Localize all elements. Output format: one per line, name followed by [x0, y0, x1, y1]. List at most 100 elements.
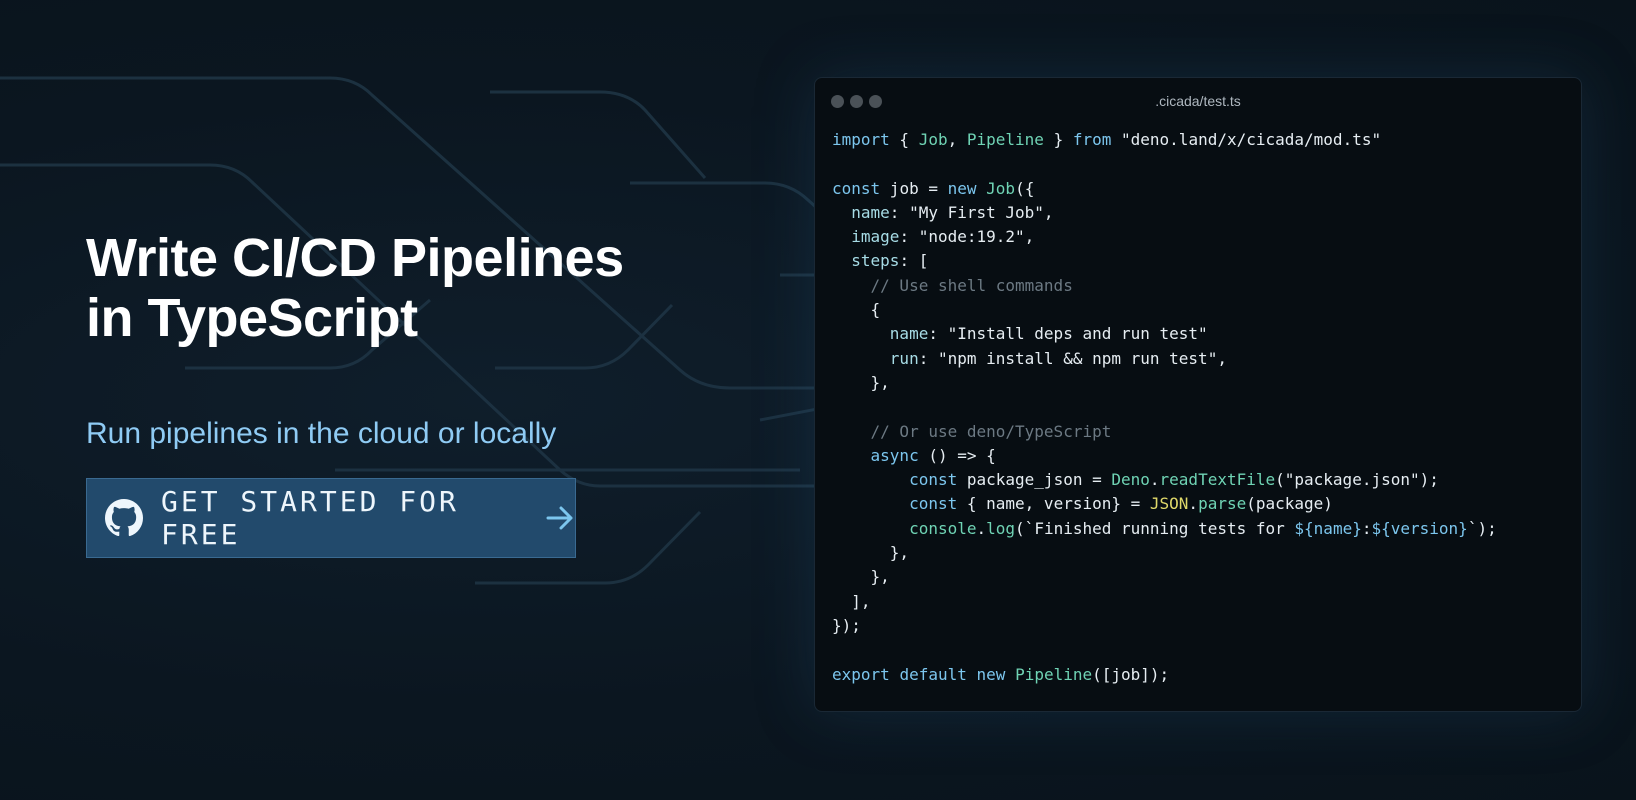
code-token: ${version}: [1371, 518, 1468, 538]
code-token: ([job]);: [1092, 664, 1170, 684]
get-started-button-label: GET STARTED FOR FREE: [161, 485, 459, 551]
code-line: console.log(`Finished running tests for …: [832, 517, 1581, 541]
promo-banner: Write CI/CD Pipelines in TypeScript Run …: [0, 0, 1636, 800]
code-token: steps: [851, 251, 900, 271]
code-token: : "Install deps and run test": [928, 324, 1208, 344]
code-token: from: [1072, 130, 1112, 149]
page-title-line-1: Write CI/CD Pipelines: [86, 228, 624, 288]
code-token: (package): [1246, 494, 1333, 514]
code-token: const: [909, 494, 958, 514]
code-line: {: [832, 298, 1581, 322]
code-token: parse: [1198, 494, 1247, 514]
page-subtitle: Run pipelines in the cloud or locally: [86, 417, 557, 450]
code-line: export default new Pipeline([job]);: [832, 663, 1581, 687]
code-line: },: [832, 565, 1581, 589]
code-token: .: [1188, 494, 1199, 514]
code-line: const { name, version} = JSON.parse(pack…: [832, 492, 1581, 516]
code-line: const job = new Job({: [832, 177, 1581, 201]
code-line: ],: [832, 590, 1581, 614]
code-line: steps: [: [832, 249, 1581, 273]
code-line: },: [832, 371, 1581, 395]
code-token: : "npm install && npm run test",: [918, 348, 1227, 368]
code-token: (`Finished running tests for: [1015, 518, 1295, 538]
page-title-line-2: in TypeScript: [86, 288, 418, 348]
code-token: () => {: [918, 445, 996, 465]
code-token: {: [889, 130, 919, 149]
code-token: export: [832, 664, 890, 684]
code-token: name: [851, 202, 890, 222]
code-token: import: [832, 130, 890, 149]
arrow-right-icon: [545, 503, 575, 533]
code-token: ],: [832, 591, 871, 611]
code-line: },: [832, 541, 1581, 565]
code-line: name: "Install deps and run test": [832, 322, 1581, 346]
code-token: : "node:19.2",: [899, 227, 1035, 247]
page-title: Write CI/CD Pipelines in TypeScript: [86, 228, 806, 348]
code-token: JSON: [1149, 494, 1189, 514]
code-line: run: "npm install && npm run test",: [832, 347, 1581, 371]
code-token: ({: [1015, 178, 1035, 198]
code-token: Job: [918, 130, 948, 149]
code-token: async: [870, 445, 919, 465]
code-token: console: [909, 518, 977, 538]
code-line: // Or use deno/TypeScript: [832, 420, 1581, 444]
code-token: .: [1149, 470, 1160, 490]
code-token: const: [909, 470, 958, 490]
code-token: Pipeline: [1015, 664, 1093, 684]
code-line: // Use shell commands: [832, 274, 1581, 298]
code-token: });: [832, 615, 861, 635]
hero-section: Write CI/CD Pipelines in TypeScript Run …: [86, 228, 806, 452]
code-token: new: [976, 664, 1006, 684]
code-token: Deno: [1111, 470, 1150, 490]
code-token: "deno.land/x/cicada/mod.ts": [1111, 130, 1382, 149]
code-token: // Use shell commands: [832, 275, 1073, 295]
get-started-button[interactable]: GET STARTED FOR FREE: [86, 478, 576, 558]
code-token: const: [832, 178, 881, 198]
code-block[interactable]: import { Job, Pipeline } from "deno.land…: [815, 124, 1581, 687]
code-token: package_json =: [957, 470, 1112, 490]
code-token: name: [889, 324, 929, 344]
code-token: },: [832, 543, 910, 563]
code-token: { name, version} =: [957, 494, 1150, 514]
code-token: image: [851, 227, 900, 247]
code-token: : "My First Job",: [889, 202, 1054, 222]
code-token: job =: [880, 178, 948, 198]
code-line: image: "node:19.2",: [832, 225, 1581, 249]
code-line: const package_json = Deno.readTextFile("…: [832, 468, 1581, 492]
code-line: });: [832, 614, 1581, 638]
code-token: // Or use deno/TypeScript: [832, 421, 1112, 441]
code-token: new: [947, 178, 977, 198]
code-token: ${name}: [1294, 518, 1362, 538]
code-token: ,: [947, 130, 967, 149]
code-token: readTextFile: [1159, 470, 1276, 490]
editor-titlebar: .cicada/test.ts: [815, 78, 1581, 124]
github-icon: [105, 499, 143, 537]
code-token: },: [832, 372, 890, 392]
code-editor-window: .cicada/test.ts import { Job, Pipeline }…: [814, 77, 1582, 712]
code-token: `);: [1467, 518, 1497, 538]
code-token: default: [899, 664, 967, 684]
code-token: Job: [986, 178, 1016, 198]
code-token: .: [976, 518, 987, 538]
code-token: {: [832, 300, 881, 320]
editor-filename: .cicada/test.ts: [1155, 93, 1241, 109]
code-token: Pipeline: [966, 130, 1044, 149]
code-token: log: [986, 518, 1016, 538]
code-line: async () => {: [832, 444, 1581, 468]
code-line: name: "My First Job",: [832, 201, 1581, 225]
code-token: }: [1043, 130, 1073, 149]
code-token: },: [832, 567, 890, 587]
code-token: run: [889, 348, 919, 368]
